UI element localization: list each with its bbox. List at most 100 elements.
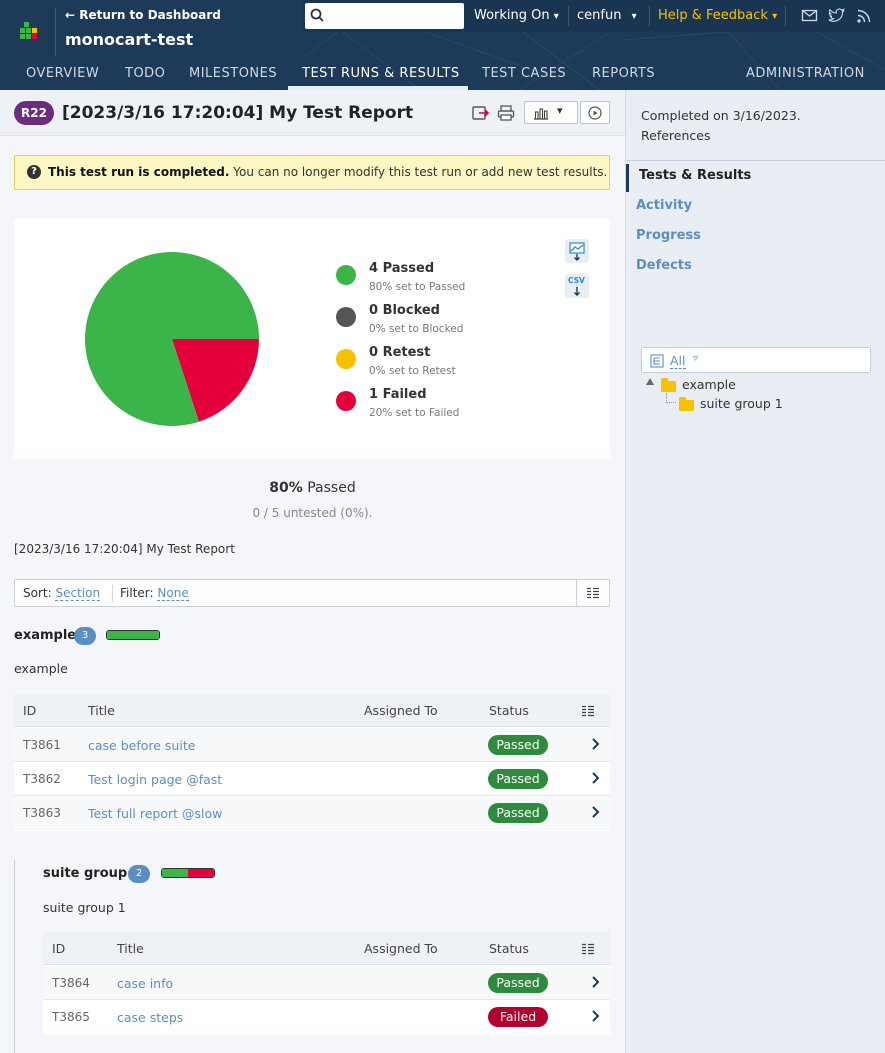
columns-icon[interactable] xyxy=(581,943,595,955)
status-badge[interactable]: Passed xyxy=(488,769,548,789)
rerun-button[interactable] xyxy=(580,101,610,124)
case-title-link[interactable]: case before suite xyxy=(88,738,195,753)
app-header: ← Return to Dashboard monocart-test Work… xyxy=(0,0,885,90)
help-feedback-label: Help & Feedback xyxy=(658,8,768,23)
help-feedback-menu[interactable]: Help & Feedback ▾ xyxy=(658,8,777,23)
tree-expand-triangle-icon[interactable] xyxy=(646,378,654,385)
notice-message: This test run is completed. You can no l… xyxy=(48,165,607,179)
case-title-link[interactable]: Test login page @fast xyxy=(88,772,222,787)
case-id: T3864 xyxy=(52,976,90,990)
twitter-icon[interactable] xyxy=(828,7,845,24)
sidebar-divider xyxy=(626,160,885,161)
column-options-button[interactable] xyxy=(576,580,609,606)
tree-item-example[interactable]: example xyxy=(682,377,736,392)
column-title: Title xyxy=(88,703,115,718)
column-assigned-to: Assigned To xyxy=(364,703,438,718)
sort-section-link[interactable]: Section xyxy=(55,586,101,601)
tab-reports[interactable]: REPORTS xyxy=(592,66,655,81)
table-row[interactable]: T3863 Test full report @slow Passed xyxy=(14,796,610,830)
sidebar-item-tests-results[interactable]: Tests & Results xyxy=(639,168,751,183)
sidebar-item-progress[interactable]: Progress xyxy=(636,228,701,243)
reports-dropdown-button[interactable]: ▾ xyxy=(524,101,578,124)
user-label: cenfun xyxy=(577,8,622,23)
top-bar-divider xyxy=(649,6,650,26)
chevron-right-icon[interactable] xyxy=(590,805,602,819)
table-header: ID Title Assigned To Status xyxy=(14,694,610,727)
tab-todo[interactable]: TODO xyxy=(125,66,165,81)
table-row[interactable]: T3865 case steps Failed xyxy=(43,1000,610,1034)
search-input[interactable] xyxy=(329,6,459,26)
chevron-down-icon: ▾ xyxy=(772,11,778,22)
working-on-menu[interactable]: Working On ▾ xyxy=(474,8,559,23)
case-title-link[interactable]: case info xyxy=(117,976,173,991)
column-id: ID xyxy=(52,941,66,956)
notice-bold-text: This test run is completed. xyxy=(48,165,230,179)
legend-blocked-count: 0 Blocked xyxy=(369,303,440,318)
chevron-right-icon[interactable] xyxy=(590,737,602,751)
mail-icon[interactable] xyxy=(801,7,818,24)
rss-icon[interactable] xyxy=(856,7,873,24)
legend-dot-blocked xyxy=(336,307,356,327)
case-id: T3861 xyxy=(23,738,61,752)
sort-filter-bar: Sort: Section Filter: None xyxy=(14,579,610,607)
export-icon[interactable] xyxy=(471,104,489,122)
tab-test-cases[interactable]: TEST CASES xyxy=(482,66,566,81)
untested-summary: 0 / 5 untested (0%). xyxy=(252,506,373,520)
case-title-link[interactable]: Test full report @slow xyxy=(88,806,222,821)
legend-dot-failed xyxy=(336,391,356,411)
section-description: example xyxy=(14,661,68,676)
legend-blocked-percent: 0% set to Blocked xyxy=(369,323,464,335)
chevron-right-icon[interactable] xyxy=(590,771,602,785)
tree-filter-all-link[interactable]: All xyxy=(670,353,686,369)
progress-passed-fill xyxy=(107,631,159,639)
bar-chart-icon xyxy=(534,108,548,120)
sidebar-item-defects[interactable]: Defects xyxy=(636,258,692,273)
chevron-right-icon[interactable] xyxy=(590,975,602,989)
chevron-down-icon: ▾ xyxy=(631,11,637,22)
run-id-badge: R22 xyxy=(14,101,54,125)
status-badge[interactable]: Passed xyxy=(488,735,548,755)
table-header: ID Title Assigned To Status xyxy=(43,932,610,965)
section-count-badge: 3 xyxy=(74,627,96,645)
columns-icon[interactable] xyxy=(581,705,595,717)
completed-date: Completed on 3/16/2023. xyxy=(641,108,801,123)
column-status: Status xyxy=(489,941,529,956)
sidebar-item-activity[interactable]: Activity xyxy=(636,198,692,213)
run-name: [2023/3/16 17:20:04] My Test Report xyxy=(14,542,235,556)
table-row[interactable]: T3862 Test login page @fast Passed xyxy=(14,762,610,796)
section-description: suite group 1 xyxy=(43,900,126,915)
tab-overview[interactable]: OVERVIEW xyxy=(26,66,99,81)
user-menu[interactable]: cenfun ▾ xyxy=(577,8,637,23)
references-label: References xyxy=(641,128,711,143)
tree-item-suite-group-1[interactable]: suite group 1 xyxy=(700,396,783,411)
tab-administration[interactable]: ADMINISTRATION xyxy=(746,66,865,81)
return-link-label: Return to Dashboard xyxy=(79,8,221,22)
status-badge[interactable]: Failed xyxy=(488,1007,548,1027)
case-id: T3865 xyxy=(52,1010,90,1024)
tests-table-suite-group-1: ID Title Assigned To Status T3864 case i… xyxy=(43,932,610,1035)
filter-none-link[interactable]: None xyxy=(157,586,189,601)
table-row[interactable]: T3864 case info Passed xyxy=(43,966,610,1000)
case-id: T3862 xyxy=(23,772,61,786)
status-badge[interactable]: Passed xyxy=(488,973,548,993)
print-icon[interactable] xyxy=(497,104,515,122)
case-title-link[interactable]: case steps xyxy=(117,1010,183,1025)
progress-failed-fill xyxy=(188,869,214,877)
chevron-down-icon[interactable]: ▿ xyxy=(693,353,698,364)
column-id: ID xyxy=(23,703,37,718)
tab-milestones[interactable]: MILESTONES xyxy=(189,66,277,81)
return-to-dashboard-link[interactable]: ← Return to Dashboard xyxy=(65,8,221,22)
export-chart-image-button[interactable] xyxy=(565,239,589,263)
legend-retest-count: 0 Retest xyxy=(369,345,431,360)
tree-filter-box[interactable]: All ▿ xyxy=(641,347,871,373)
chevron-down-icon: ▾ xyxy=(557,104,563,117)
status-badge[interactable]: Passed xyxy=(488,803,548,823)
search-box[interactable] xyxy=(305,3,464,29)
chevron-right-icon[interactable] xyxy=(590,1009,602,1023)
export-csv-button[interactable]: CSV xyxy=(565,274,589,298)
legend-failed-count: 1 Failed xyxy=(369,387,427,402)
chart-image-icon xyxy=(569,242,585,261)
legend-dot-passed xyxy=(336,265,356,285)
tab-test-runs-results[interactable]: TEST RUNS & RESULTS xyxy=(302,66,460,81)
table-row[interactable]: T3861 case before suite Passed xyxy=(14,728,610,762)
